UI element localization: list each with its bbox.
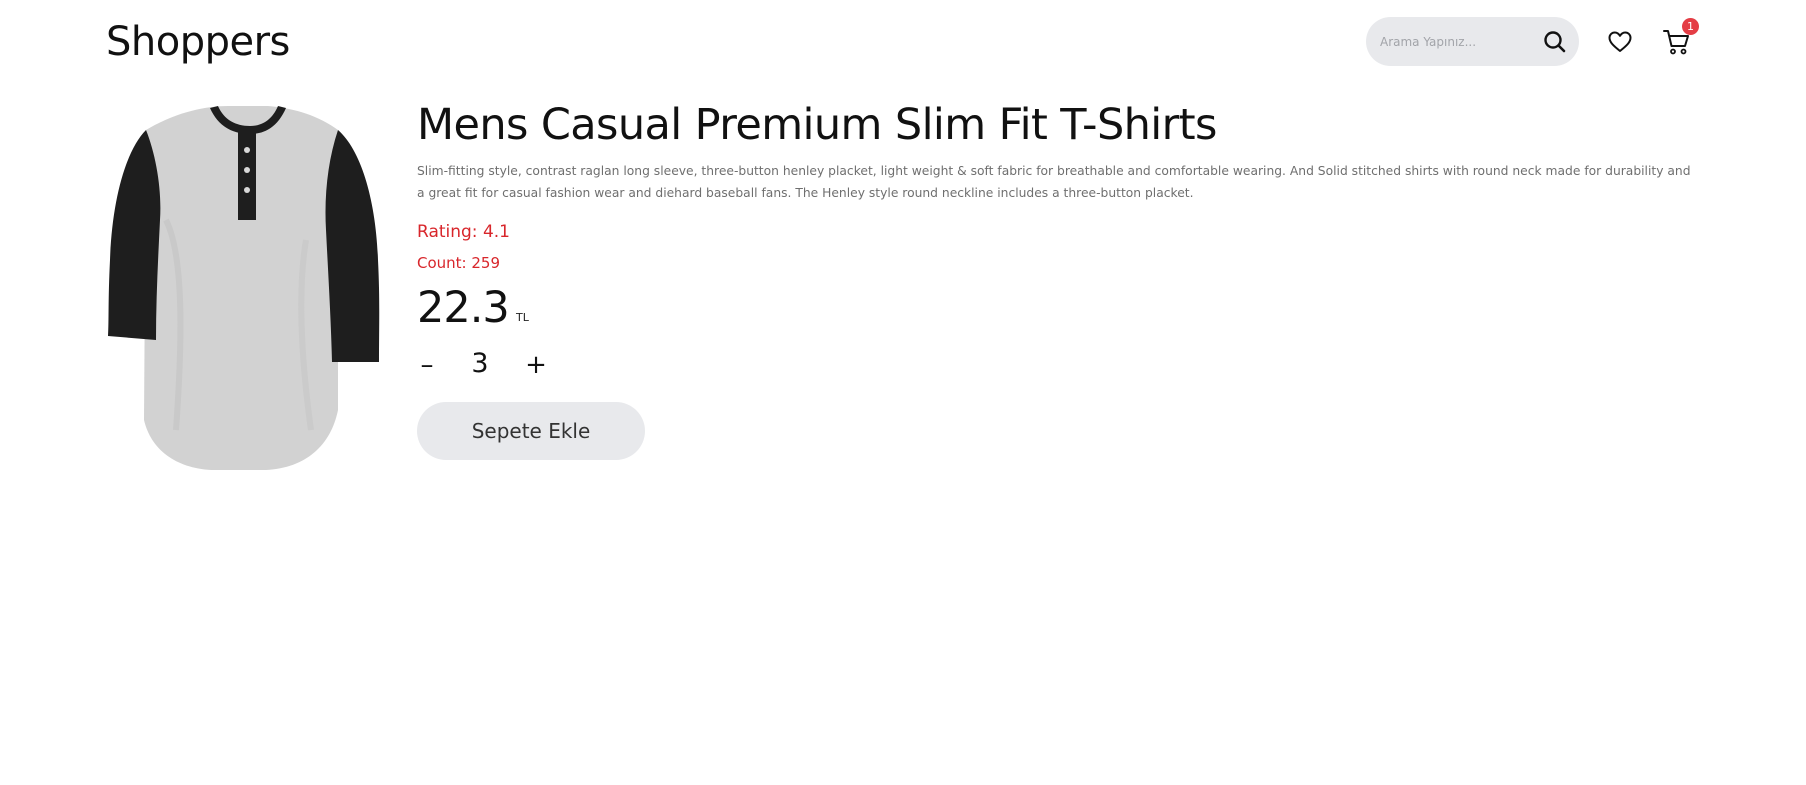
product-price: 22.3 bbox=[417, 283, 510, 333]
product-rating: Rating: 4.1 bbox=[417, 222, 510, 242]
search-bar bbox=[1366, 17, 1579, 66]
search-icon[interactable] bbox=[1542, 29, 1568, 55]
product-image bbox=[106, 100, 382, 472]
search-input[interactable] bbox=[1378, 29, 1532, 55]
decrease-quantity-button[interactable]: – bbox=[412, 350, 442, 380]
product-review-count: Count: 259 bbox=[417, 254, 500, 272]
product-title: Mens Casual Premium Slim Fit T-Shirts bbox=[417, 100, 1217, 150]
product-description: Slim-fitting style, contrast raglan long… bbox=[417, 164, 1691, 200]
increase-quantity-button[interactable]: + bbox=[521, 350, 551, 380]
add-to-cart-button[interactable]: Sepete Ekle bbox=[417, 402, 645, 460]
quantity-value: 3 bbox=[471, 348, 489, 379]
cart-count-badge: 1 bbox=[1682, 18, 1699, 35]
heart-icon[interactable] bbox=[1607, 29, 1633, 55]
header: Shoppers 1 bbox=[0, 0, 1806, 84]
price-currency: TL bbox=[516, 311, 529, 324]
logo[interactable]: Shoppers bbox=[106, 14, 290, 70]
